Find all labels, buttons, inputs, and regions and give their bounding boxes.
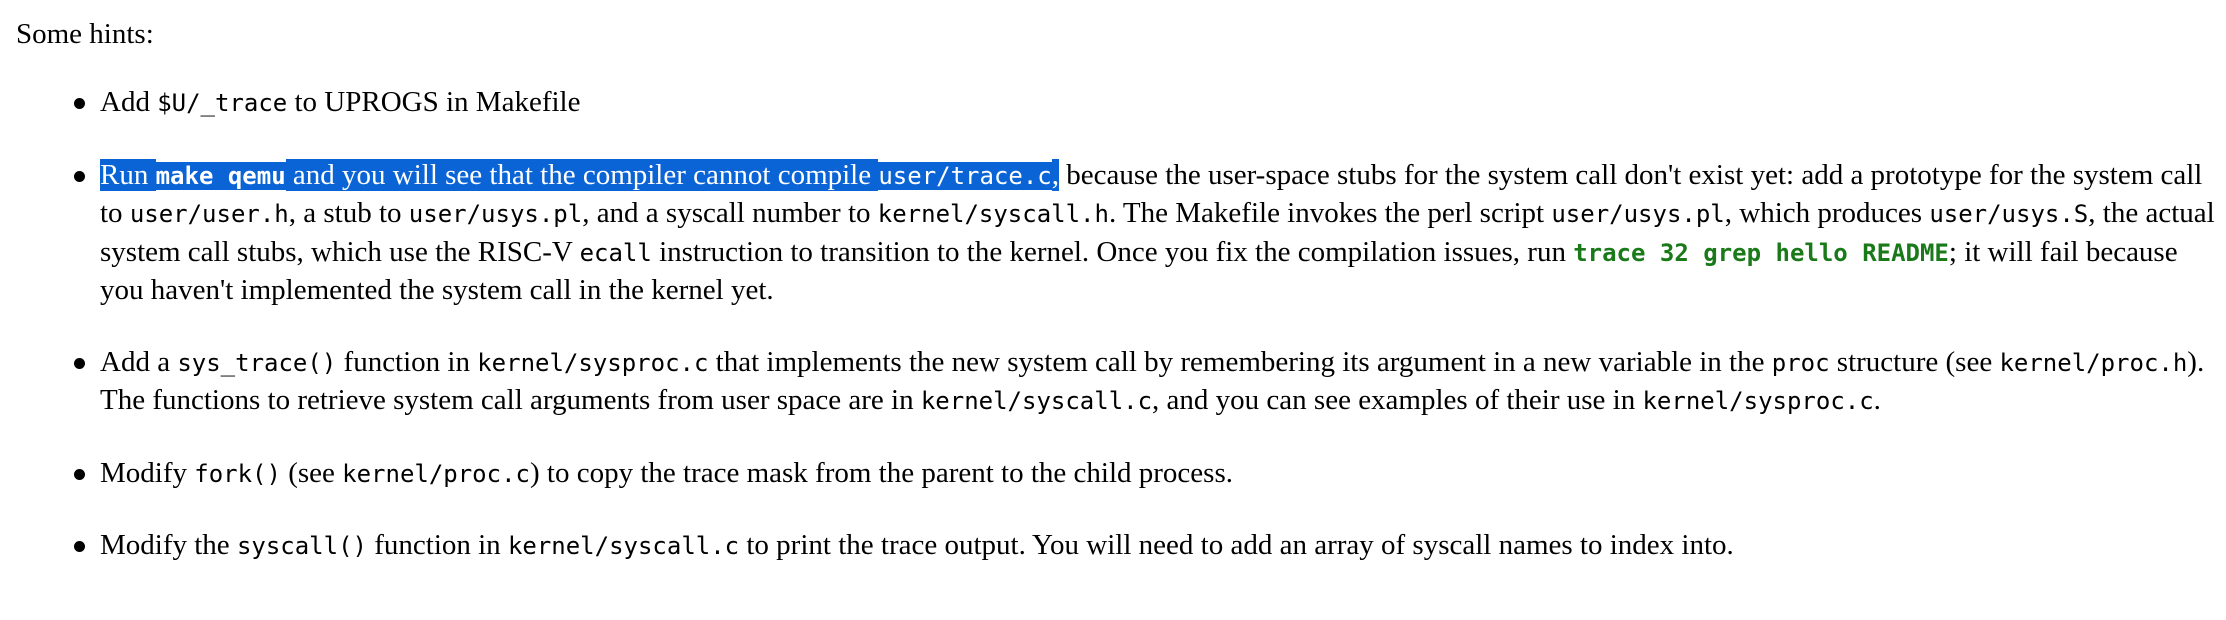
inline-code: user/usys.pl bbox=[1551, 200, 1725, 228]
keyboard-command: make qemu bbox=[155, 161, 286, 190]
inline-code: $U/_trace bbox=[157, 89, 288, 117]
inline-code: user/trace.c bbox=[878, 161, 1052, 190]
hint-item: Add $U/_trace to UPROGS in Makefile bbox=[74, 84, 2226, 123]
inline-code: kernel/sysproc.c bbox=[477, 348, 709, 377]
hint-text: structure (see bbox=[1829, 345, 2000, 378]
intro-text: Some hints: bbox=[16, 18, 154, 50]
hint-text: , and a syscall number to bbox=[582, 197, 878, 229]
inline-code: user/usys.S bbox=[1929, 200, 2089, 228]
inline-code: kernel/proc.c bbox=[342, 459, 530, 488]
hint-text: instruction to transition to the kernel.… bbox=[651, 235, 1574, 268]
hint-text: , and you can see examples of their use … bbox=[1152, 384, 1643, 416]
inline-code: kernel/syscall.c bbox=[507, 532, 740, 560]
bullet-icon bbox=[74, 98, 85, 109]
hint-text: Add bbox=[100, 86, 158, 118]
inline-code: kernel/proc.h bbox=[1999, 348, 2188, 377]
hint-text: , which produces bbox=[1724, 197, 1930, 229]
inline-code: ecall bbox=[579, 238, 652, 267]
hint-text: function in bbox=[336, 345, 478, 378]
inline-code: user/usys.pl bbox=[408, 200, 583, 228]
bullet-icon bbox=[74, 541, 85, 552]
hint-text: Run bbox=[100, 158, 156, 191]
hint-text: Add a bbox=[100, 345, 178, 378]
hints-page: Some hints: Add $U/_trace to UPROGS in M… bbox=[0, 0, 2226, 566]
inline-code: proc bbox=[1771, 348, 1830, 377]
hint-item: Modify fork() (see kernel/proc.c) to cop… bbox=[74, 455, 2226, 494]
hint-text: to print the trace output. You will need… bbox=[739, 529, 1734, 561]
hint-text: ) to copy the trace mask from the parent… bbox=[529, 456, 1233, 489]
hint-text: (see bbox=[280, 456, 343, 489]
hint-item: Modify the syscall() function in kernel/… bbox=[74, 527, 2226, 566]
hint-list: Add $U/_trace to UPROGS in Makefile Run m… bbox=[16, 84, 2226, 566]
hint-text: Modify the bbox=[100, 529, 237, 561]
bullet-icon bbox=[74, 468, 85, 480]
inline-code: sys_trace() bbox=[177, 348, 337, 377]
inline-code: kernel/syscall.c bbox=[920, 387, 1153, 415]
shell-command: trace 32 grep hello README bbox=[1573, 238, 1949, 267]
inline-code: fork() bbox=[194, 459, 281, 488]
hint-text: Modify bbox=[100, 456, 195, 489]
hint-text: . The Makefile invokes the perl script bbox=[1108, 197, 1552, 229]
hint-text: to UPROGS in Makefile bbox=[287, 86, 581, 118]
inline-code: kernel/sysproc.c bbox=[1642, 387, 1874, 415]
inline-code: user/user.h bbox=[129, 200, 289, 228]
inline-code: syscall() bbox=[236, 532, 367, 560]
hint-item: Add a sys_trace() function in kernel/sys… bbox=[74, 344, 2226, 421]
hint-text: . bbox=[1873, 384, 1881, 416]
inline-code: kernel/syscall.h bbox=[877, 200, 1109, 228]
hint-text: that implements the new system call by r… bbox=[708, 345, 1772, 378]
bullet-icon bbox=[74, 170, 85, 182]
hint-text: function in bbox=[366, 529, 508, 561]
bullet-icon bbox=[74, 357, 85, 369]
hint-item: Run make qemu and you will see that the … bbox=[74, 157, 2226, 310]
hint-text: , bbox=[1051, 158, 1059, 191]
hint-text: and you will see that the compiler canno… bbox=[285, 158, 879, 191]
hint-text: , a stub to bbox=[288, 197, 409, 229]
